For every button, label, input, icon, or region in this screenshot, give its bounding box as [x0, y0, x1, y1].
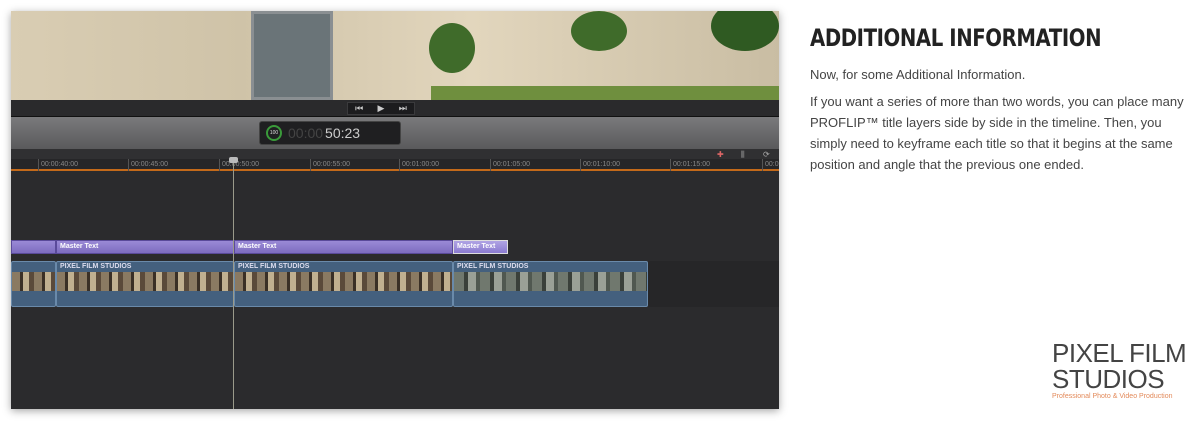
logo-line1: PIXEL FILM — [1052, 338, 1187, 368]
snap-icon[interactable]: ✚ — [717, 150, 724, 159]
ruler-tick: 00:01:15:00 — [670, 159, 710, 171]
timeline-empty-area — [648, 261, 779, 307]
video-clip[interactable]: PIXEL FILM STUDIOS — [453, 261, 648, 307]
ruler-tick: 00:01:10:00 — [580, 159, 620, 171]
timecode-hours-minutes: 00:00 — [288, 125, 324, 141]
ruler-tick: 00:0 — [762, 159, 779, 171]
timeline-header: ✚ ⫼ ⟳ — [11, 149, 779, 159]
intro-text: Now, for some Additional Information. — [810, 67, 1026, 82]
editor-screenshot: ⏮ ▶ ⏭ 100 00:00 50:23 ✚ ⫼ ⟳ 00:00:40:00 … — [11, 11, 779, 409]
video-clip[interactable] — [11, 261, 56, 307]
timecode-display: 100 00:00 50:23 — [259, 121, 401, 145]
ruler-tick: 00:00:50:00 — [219, 159, 259, 171]
ruler-tick: 00:00:40:00 — [38, 159, 78, 171]
timeline-ruler[interactable]: 00:00:40:00 00:00:45:00 00:00:50:00 00:0… — [11, 159, 779, 171]
title-clip[interactable] — [11, 240, 56, 254]
section-heading: ADDITIONAL INFORMATION — [810, 24, 1102, 52]
info-panel: ADDITIONAL INFORMATION Now, for some Add… — [810, 24, 1190, 175]
clip-label: PIXEL FILM STUDIOS — [457, 263, 529, 270]
play-button[interactable]: ▶ — [378, 103, 385, 114]
toolbar: 100 00:00 50:23 — [11, 117, 779, 149]
ruler-tick: 00:00:45:00 — [128, 159, 168, 171]
logo-tagline: Professional Photo & Video Production — [1052, 393, 1173, 400]
video-clip[interactable]: PIXEL FILM STUDIOS — [56, 261, 234, 307]
building-window — [251, 11, 333, 100]
body-text: If you want a series of more than two wo… — [810, 94, 1184, 172]
grass — [431, 86, 779, 100]
title-clip-selected[interactable]: Master Text — [453, 240, 508, 254]
clip-label: PIXEL FILM STUDIOS — [60, 263, 132, 270]
title-clip[interactable]: Master Text — [56, 240, 234, 254]
zoom-ring: 100 — [266, 125, 282, 141]
transport-bar: ⏮ ▶ ⏭ — [11, 100, 779, 117]
playhead[interactable] — [233, 157, 234, 409]
video-preview — [11, 11, 779, 100]
ruler-tick: 00:01:00:00 — [399, 159, 439, 171]
video-clip[interactable]: PIXEL FILM STUDIOS — [234, 261, 453, 307]
playhead-handle[interactable] — [229, 157, 238, 163]
ruler-tick: 00:01:05:00 — [490, 159, 530, 171]
tree — [571, 11, 627, 51]
clip-label: PIXEL FILM STUDIOS — [238, 263, 310, 270]
ruler-tick: 00:00:55:00 — [310, 159, 350, 171]
skip-forward-button[interactable]: ⏭ — [399, 103, 407, 114]
skip-back-button[interactable]: ⏮ — [355, 103, 363, 114]
timecode-value: 50:23 — [325, 125, 361, 141]
tree — [429, 23, 475, 73]
pixel-film-studios-logo: PIXEL FILM STUDIOS Professional Photo & … — [1052, 340, 1187, 400]
title-clip[interactable]: Master Text — [234, 240, 453, 254]
solo-icon[interactable]: ⟳ — [763, 150, 770, 159]
tree — [711, 11, 779, 51]
logo-line2: STUDIOS — [1052, 364, 1165, 394]
